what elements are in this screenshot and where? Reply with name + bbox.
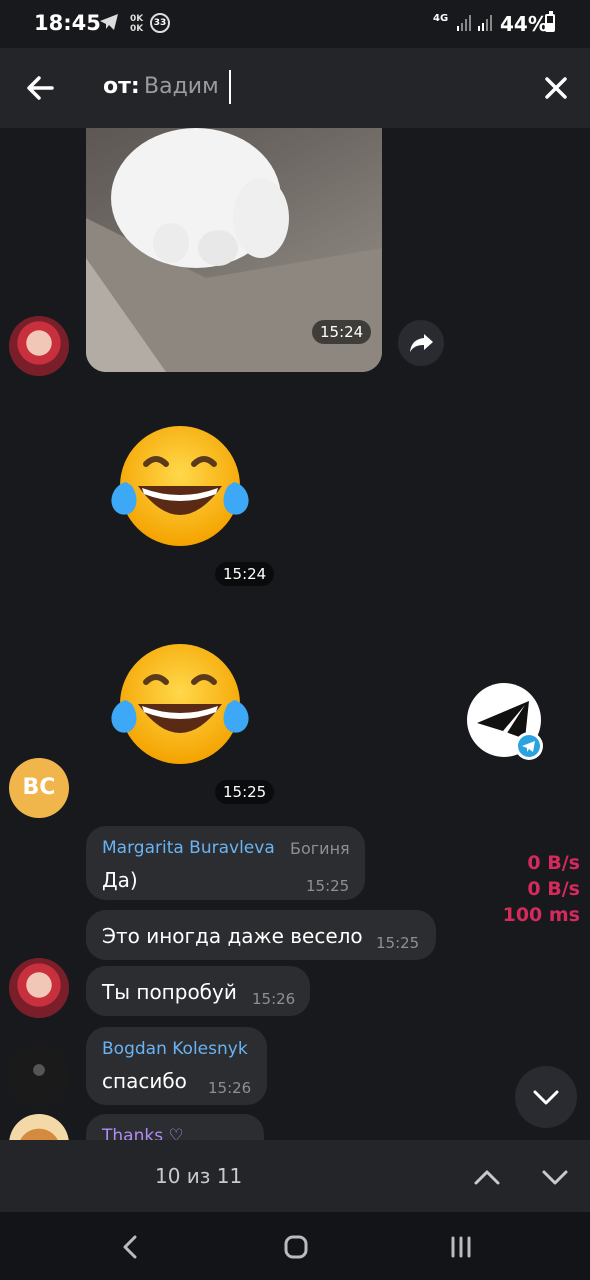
scroll-down-button[interactable] — [515, 1066, 577, 1128]
share-icon — [410, 334, 433, 352]
message-time: 15:26 — [208, 1079, 252, 1097]
telegram-notification-icon — [100, 14, 118, 30]
message-text: Это иногда даже весело — [102, 924, 363, 948]
search-result-counter: 10 из 11 — [155, 1164, 243, 1188]
message-time: 15:25 — [306, 877, 350, 895]
message-bubble[interactable]: Margarita Buravleva Богиня Да) 15:25 — [86, 826, 365, 900]
message-text: Да) — [102, 868, 138, 892]
search-results-bar: 10 из 11 — [0, 1140, 590, 1212]
close-icon[interactable] — [540, 72, 572, 104]
photo-time: 15:24 — [312, 320, 372, 344]
battery-percent: 44% — [500, 12, 548, 36]
avatar[interactable] — [9, 316, 69, 376]
status-bar: 18:45 0K 0K 33 4G 44% — [0, 0, 590, 48]
message-bubble[interactable]: Это иногда даже весело 15:25 — [86, 910, 436, 960]
chat-history[interactable]: 15:24 15:24 15:25 BC Margarita Buravleva… — [0, 128, 590, 1140]
text-caret — [229, 70, 231, 104]
arrow-left-icon[interactable] — [22, 70, 58, 106]
status-time: 18:45 — [34, 11, 101, 35]
ping: 100 ms — [502, 904, 580, 926]
sender-name[interactable]: Bogdan Kolesnyk — [102, 1039, 248, 1059]
emoji-time: 15:24 — [215, 562, 275, 586]
chevron-up-icon[interactable] — [470, 1160, 504, 1194]
emoji-time: 15:25 — [215, 780, 275, 804]
recent-apps-icon[interactable] — [444, 1230, 478, 1264]
avatar[interactable] — [9, 1114, 69, 1140]
message-text: спасибо — [102, 1069, 187, 1093]
message-time: 15:25 — [376, 934, 420, 952]
avatar[interactable] — [9, 1046, 69, 1106]
search-header: от: Вадим — [0, 48, 590, 128]
telegram-badge-icon — [515, 732, 543, 760]
laughing-emoji-icon[interactable] — [106, 424, 254, 550]
download-speed: 0 B/s — [527, 852, 580, 874]
forward-button[interactable] — [398, 320, 444, 366]
chevron-down-icon[interactable] — [538, 1160, 572, 1194]
sender-name[interactable]: Margarita Buravleva — [102, 838, 275, 858]
sender-name[interactable]: Thanks ♡ — [102, 1126, 184, 1140]
signal-icon — [457, 15, 471, 31]
ok-icon: 0K 0K — [130, 14, 144, 34]
message-bubble[interactable]: Thanks ♡ — [86, 1114, 264, 1140]
message-time: 15:26 — [252, 990, 296, 1008]
network-type-icon: 4G — [433, 13, 449, 24]
search-input[interactable]: Вадим — [144, 74, 219, 99]
message-bubble[interactable]: Bogdan Kolesnyk спасибо 15:26 — [86, 1027, 267, 1105]
chevron-down-icon — [533, 1090, 559, 1105]
signal-icon-2 — [478, 15, 492, 31]
message-text: Ты попробуй — [102, 980, 237, 1004]
sender-role: Богиня — [290, 839, 350, 858]
avatar[interactable] — [9, 958, 69, 1018]
notification-count-badge: 33 — [150, 13, 170, 33]
system-navigation-bar — [0, 1212, 590, 1280]
home-icon[interactable] — [279, 1230, 313, 1264]
upload-speed: 0 B/s — [527, 878, 580, 900]
message-bubble[interactable]: Ты попробуй 15:26 — [86, 966, 310, 1016]
back-icon[interactable] — [114, 1230, 148, 1264]
battery-icon — [545, 11, 555, 32]
network-stats-overlay: 0 B/s 0 B/s 100 ms — [470, 850, 580, 928]
photo-message[interactable]: 15:24 — [86, 128, 382, 372]
laughing-emoji-icon[interactable] — [106, 642, 254, 768]
avatar-initials[interactable]: BC — [9, 758, 69, 818]
search-prefix: от: — [103, 74, 140, 99]
